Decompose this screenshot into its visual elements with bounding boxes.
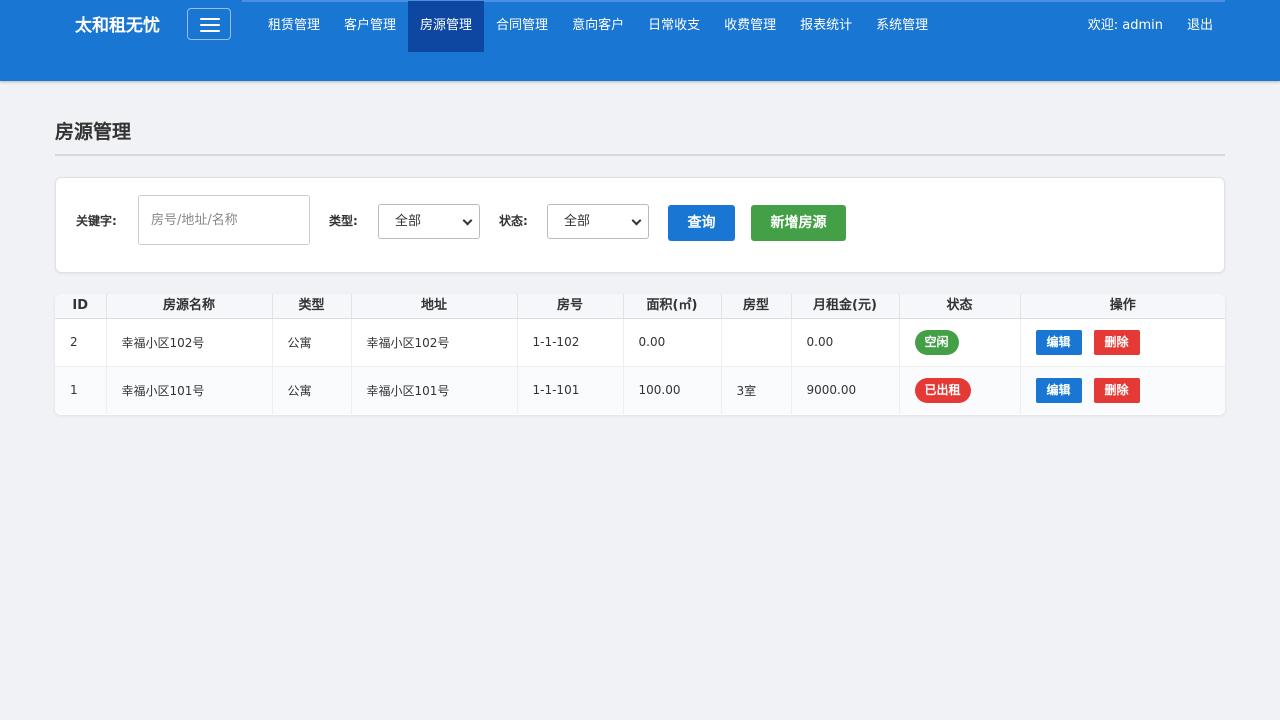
- keyword-label: 关键字:: [76, 214, 117, 228]
- keyword-input[interactable]: [138, 195, 310, 245]
- cell-room-no: 1-1-101: [517, 366, 624, 414]
- menu-toggle-button[interactable]: [187, 8, 231, 40]
- welcome-text: 欢迎: admin: [1087, 18, 1163, 33]
- nav-item-properties[interactable]: 房源管理: [408, 1, 485, 52]
- main-nav-menu: 租赁管理 客户管理 房源管理 合同管理 意向客户 日常收支 收费管理 报表统计 …: [256, 1, 940, 52]
- type-label: 类型:: [329, 214, 358, 228]
- cell-rent: 0.00: [791, 318, 900, 367]
- cell-name: 幸福小区102号: [106, 318, 273, 367]
- cell-room-no: 1-1-102: [517, 318, 624, 367]
- hamburger-icon: [200, 18, 220, 20]
- cell-type: 公寓: [272, 366, 352, 414]
- nav-item-reports[interactable]: 报表统计: [788, 1, 864, 52]
- table-header-row: ID 房源名称 类型 地址 房号 面积(㎡) 房型 月租金(元) 状态 操作: [55, 294, 1225, 319]
- column-header-type: 类型: [272, 294, 352, 319]
- title-divider: [55, 154, 1225, 156]
- status-badge: 已出租: [914, 377, 971, 403]
- nav-item-billing[interactable]: 收费管理: [712, 1, 788, 52]
- cell-status: 已出租: [899, 366, 1021, 414]
- hamburger-icon: [200, 30, 220, 32]
- cell-id: 2: [55, 318, 107, 367]
- cell-actions: 编辑 删除: [1020, 318, 1225, 367]
- column-header-address: 地址: [351, 294, 518, 319]
- status-label: 状态:: [499, 214, 528, 228]
- cell-status: 空闲: [899, 318, 1021, 367]
- add-property-button[interactable]: 新增房源: [751, 205, 846, 241]
- cell-area: 100.00: [623, 366, 722, 414]
- cell-address: 幸福小区101号: [351, 366, 518, 414]
- status-select[interactable]: 全部: [547, 204, 649, 239]
- edit-button[interactable]: 编辑: [1035, 377, 1082, 403]
- column-header-room-no: 房号: [517, 294, 624, 319]
- column-header-actions: 操作: [1020, 294, 1225, 319]
- status-badge: 空闲: [914, 329, 959, 355]
- nav-item-customers[interactable]: 客户管理: [332, 1, 408, 52]
- user-area: 欢迎: admin 退出: [1076, 1, 1225, 50]
- delete-button[interactable]: 删除: [1093, 329, 1140, 355]
- nav-item-contracts[interactable]: 合同管理: [484, 1, 560, 52]
- column-header-layout: 房型: [721, 294, 792, 319]
- nav-item-rental[interactable]: 租赁管理: [256, 1, 332, 52]
- table-row: 1 幸福小区101号 公寓 幸福小区101号 1-1-101 100.00 3室…: [55, 366, 1225, 414]
- cell-actions: 编辑 删除: [1020, 366, 1225, 414]
- edit-button[interactable]: 编辑: [1035, 329, 1082, 355]
- search-panel: 关键字: 类型: 全部 状态: 全部 查询 新增房源: [55, 177, 1225, 273]
- property-table-card: ID 房源名称 类型 地址 房号 面积(㎡) 房型 月租金(元) 状态 操作 2…: [55, 294, 1225, 415]
- logout-link[interactable]: 退出: [1175, 1, 1225, 50]
- property-table: ID 房源名称 类型 地址 房号 面积(㎡) 房型 月租金(元) 状态 操作 2…: [55, 294, 1225, 414]
- cell-id: 1: [55, 366, 107, 414]
- chevron-down-icon: [462, 215, 473, 226]
- column-header-status: 状态: [899, 294, 1021, 319]
- top-navbar: 太和租无忧 租赁管理 客户管理 房源管理 合同管理 意向客户 日常收支 收费管理…: [0, 0, 1280, 81]
- table-row: 2 幸福小区102号 公寓 幸福小区102号 1-1-102 0.00 0.00…: [55, 318, 1225, 367]
- cell-address: 幸福小区102号: [351, 318, 518, 367]
- cell-rent: 9000.00: [791, 366, 900, 414]
- column-header-area: 面积(㎡): [623, 294, 722, 319]
- type-select-value: 全部: [395, 214, 422, 229]
- nav-item-prospects[interactable]: 意向客户: [560, 1, 636, 52]
- nav-item-system[interactable]: 系统管理: [864, 1, 940, 52]
- type-select[interactable]: 全部: [378, 204, 480, 239]
- column-header-name: 房源名称: [106, 294, 273, 319]
- cell-layout: [721, 318, 792, 367]
- column-header-rent: 月租金(元): [791, 294, 900, 319]
- cell-type: 公寓: [272, 318, 352, 367]
- nav-item-daily-finance[interactable]: 日常收支: [636, 1, 712, 52]
- status-select-value: 全部: [564, 214, 591, 229]
- hamburger-icon: [200, 24, 220, 26]
- cell-area: 0.00: [623, 318, 722, 367]
- delete-button[interactable]: 删除: [1093, 377, 1140, 403]
- cell-layout: 3室: [721, 366, 792, 414]
- cell-name: 幸福小区101号: [106, 366, 273, 414]
- brand-logo-text[interactable]: 太和租无忧: [75, 14, 160, 38]
- page-title: 房源管理: [55, 121, 132, 143]
- chevron-down-icon: [631, 215, 642, 226]
- column-header-id: ID: [55, 294, 107, 319]
- query-button[interactable]: 查询: [668, 205, 735, 241]
